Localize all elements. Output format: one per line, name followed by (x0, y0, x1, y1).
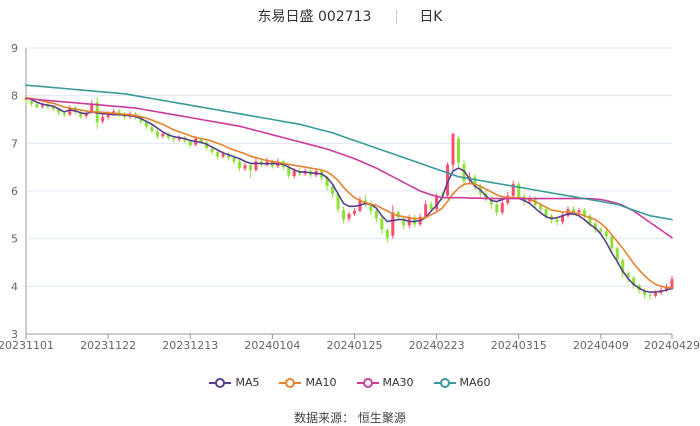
candle-body (238, 161, 242, 169)
candle-body (555, 219, 559, 222)
legend-marker-dot (362, 378, 373, 388)
legend-item-ma30[interactable]: MA30 (356, 376, 414, 389)
candle-body (604, 231, 608, 237)
candle-body (210, 148, 214, 152)
legend-marker-icon (279, 378, 302, 388)
data-source: 数据来源： 恒生聚源 (294, 411, 406, 425)
legend-marker-dot (215, 378, 226, 388)
candle-body (40, 105, 44, 107)
candle-body (216, 151, 220, 157)
x-tick-label: 20240315 (491, 339, 547, 352)
x-tick-label: 20240125 (326, 339, 382, 352)
candle-body (161, 133, 165, 137)
legend-label: MA60 (459, 376, 491, 389)
y-tick-label: 9 (11, 42, 18, 55)
x-tick-label: 20231101 (0, 339, 54, 352)
candle-body (62, 113, 66, 115)
candle-body (347, 213, 351, 219)
candle-body (352, 211, 356, 214)
candle-body (517, 183, 521, 197)
candle-body (155, 131, 159, 137)
legend-marker-icon (433, 378, 456, 388)
legend-label: MA10 (305, 376, 337, 389)
candle-body (292, 170, 296, 177)
candle-body (451, 133, 455, 165)
candle-body (610, 236, 614, 249)
candle-body (380, 218, 384, 230)
x-tick-label: 20240223 (409, 339, 465, 352)
candle-body (544, 209, 548, 216)
candle-body (648, 294, 652, 296)
x-tick-label: 20240409 (573, 339, 629, 352)
candle-body (243, 165, 247, 169)
candle-body (385, 230, 389, 238)
legend-item-ma5[interactable]: MA5 (209, 376, 259, 389)
candle-body (539, 205, 543, 210)
candle-body (150, 127, 154, 131)
legend-item-ma60[interactable]: MA60 (433, 376, 491, 389)
x-tick-label: 20231213 (162, 339, 218, 352)
candle-body (456, 138, 460, 163)
y-tick-label: 7 (11, 137, 18, 150)
candle-body (500, 202, 504, 213)
candle-body (248, 165, 252, 171)
candle-body (221, 153, 225, 157)
candle-body (429, 204, 433, 210)
candle-body (654, 293, 658, 296)
candle-body (144, 122, 148, 127)
legend-marker-icon (356, 378, 379, 388)
series-line-ma5 (25, 97, 673, 293)
x-tick-label: 20231122 (80, 339, 136, 352)
legend-label: MA30 (382, 376, 414, 389)
candlestick-chart: 345678920231101 20231122 20231213 20240104 2… (0, 42, 700, 352)
legend-item-ma10[interactable]: MA10 (279, 376, 337, 389)
series-line-ma10 (25, 96, 673, 289)
candle-body (374, 211, 378, 219)
y-tick-label: 6 (11, 185, 18, 198)
chart-legend: MA5 MA10 MA30 MA60 (0, 376, 700, 396)
candle-body (342, 210, 346, 220)
candle-body (35, 104, 39, 108)
candle-body (188, 141, 192, 146)
candle-body (172, 138, 176, 140)
candle-body (101, 117, 105, 122)
series-line-ma60 (25, 84, 673, 221)
legend-marker-dot (439, 378, 450, 388)
candle-body (495, 204, 499, 213)
x-tick-label: 20240429 (644, 339, 700, 352)
candle-body (424, 204, 428, 217)
y-tick-label: 4 (11, 280, 18, 293)
candle-body (599, 229, 603, 232)
legend-marker-icon (209, 378, 232, 388)
candle-body (232, 157, 236, 162)
candle-body (577, 210, 581, 213)
candle-body (29, 100, 33, 105)
x-tick-label: 20240104 (244, 339, 300, 352)
candle-body (391, 212, 395, 236)
legend-marker-dot (285, 378, 296, 388)
y-tick-label: 8 (11, 90, 18, 103)
y-tick-label: 5 (11, 233, 18, 246)
legend-label: MA5 (235, 376, 260, 389)
